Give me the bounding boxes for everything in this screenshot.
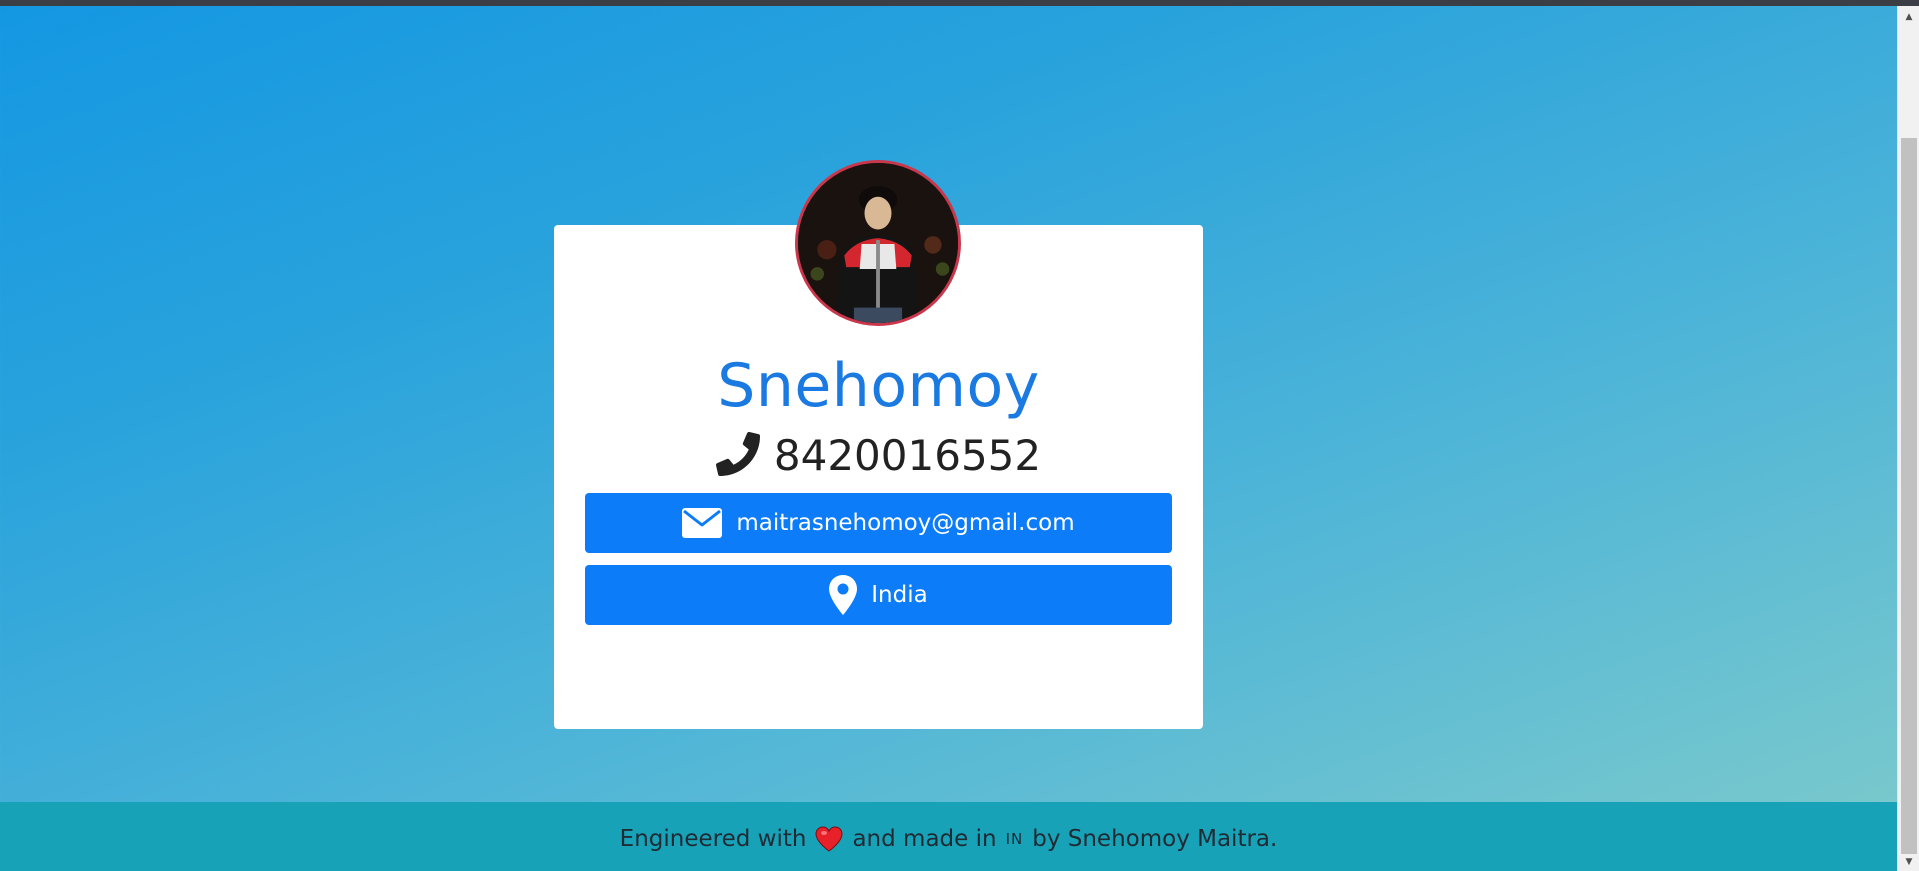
avatar [795,160,961,326]
vertical-scrollbar[interactable]: ▲ ▼ [1897,6,1919,871]
location-button[interactable]: India [585,565,1172,625]
footer-text-author: by Snehomoy Maitra. [1032,825,1278,852]
footer-text-made-in: and made in [852,825,997,852]
phone-row: 8420016552 [554,430,1203,482]
browser-top-bar [0,0,1919,6]
map-pin-icon [829,575,858,615]
footer: Engineered with and made in IN by Snehom… [0,802,1897,871]
phone-icon [715,432,760,480]
footer-credit: Engineered with and made in IN by Snehom… [620,826,1278,852]
footer-text-engineered: Engineered with [619,825,807,852]
email-button[interactable]: maitrasnehomoy@gmail.com [585,493,1172,553]
location-text: India [871,582,928,608]
email-text: maitrasnehomoy@gmail.com [736,510,1075,536]
avatar-photo [798,163,958,323]
profile-name: Snehomoy [717,351,1040,421]
envelope-icon [682,508,723,538]
scroll-up-arrow-icon[interactable]: ▲ [1898,8,1919,26]
scroll-down-arrow-icon[interactable]: ▼ [1898,853,1919,871]
heart-icon [815,825,843,852]
phone-number: 8420016552 [773,431,1042,480]
country-code: IN [1005,829,1024,848]
scrollbar-thumb[interactable] [1901,138,1917,854]
